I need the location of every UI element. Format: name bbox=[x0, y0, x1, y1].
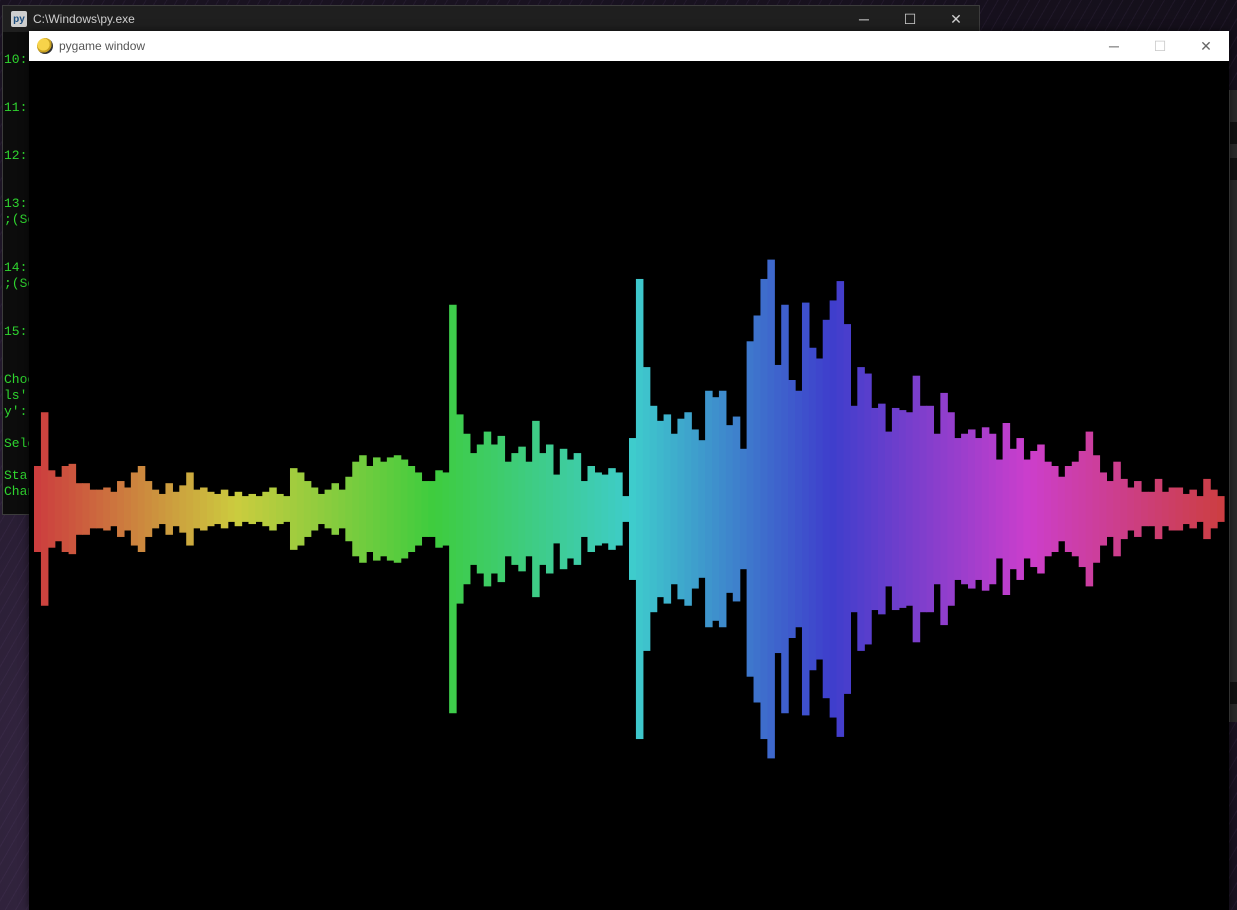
console-title: C:\Windows\py.exe bbox=[33, 12, 135, 26]
console-line: 15: bbox=[4, 324, 28, 339]
background-app-window-edge bbox=[1229, 90, 1237, 722]
console-line: 14: bbox=[4, 260, 28, 275]
visualizer-canvas[interactable] bbox=[29, 61, 1229, 910]
console-line: 10: bbox=[4, 52, 28, 67]
console-line: y': bbox=[4, 404, 28, 419]
pygame-close-button[interactable]: ✕ bbox=[1183, 31, 1229, 61]
console-line: 13: bbox=[4, 196, 28, 211]
audio-waveform-visualizer bbox=[34, 259, 1225, 759]
pygame-window[interactable]: pygame window ─ ☐ ✕ bbox=[29, 31, 1229, 910]
console-line: ls' bbox=[4, 388, 28, 403]
pygame-titlebar[interactable]: pygame window ─ ☐ ✕ bbox=[29, 31, 1229, 62]
console-minimize-button[interactable]: ─ bbox=[841, 6, 887, 32]
console-line: 11: bbox=[4, 100, 28, 115]
console-maximize-button[interactable]: ☐ bbox=[887, 6, 933, 32]
pygame-minimize-button[interactable]: ─ bbox=[1091, 31, 1137, 61]
console-line: 12: bbox=[4, 148, 28, 163]
pygame-snake-icon bbox=[37, 38, 53, 54]
pygame-title: pygame window bbox=[59, 39, 146, 53]
python-console-icon: py bbox=[11, 11, 27, 27]
console-titlebar[interactable]: py C:\Windows\py.exe ─ ☐ ✕ bbox=[3, 6, 979, 32]
pygame-maximize-button: ☐ bbox=[1153, 37, 1167, 54]
console-close-button[interactable]: ✕ bbox=[933, 6, 979, 32]
waveform-baseline bbox=[34, 508, 1224, 510]
